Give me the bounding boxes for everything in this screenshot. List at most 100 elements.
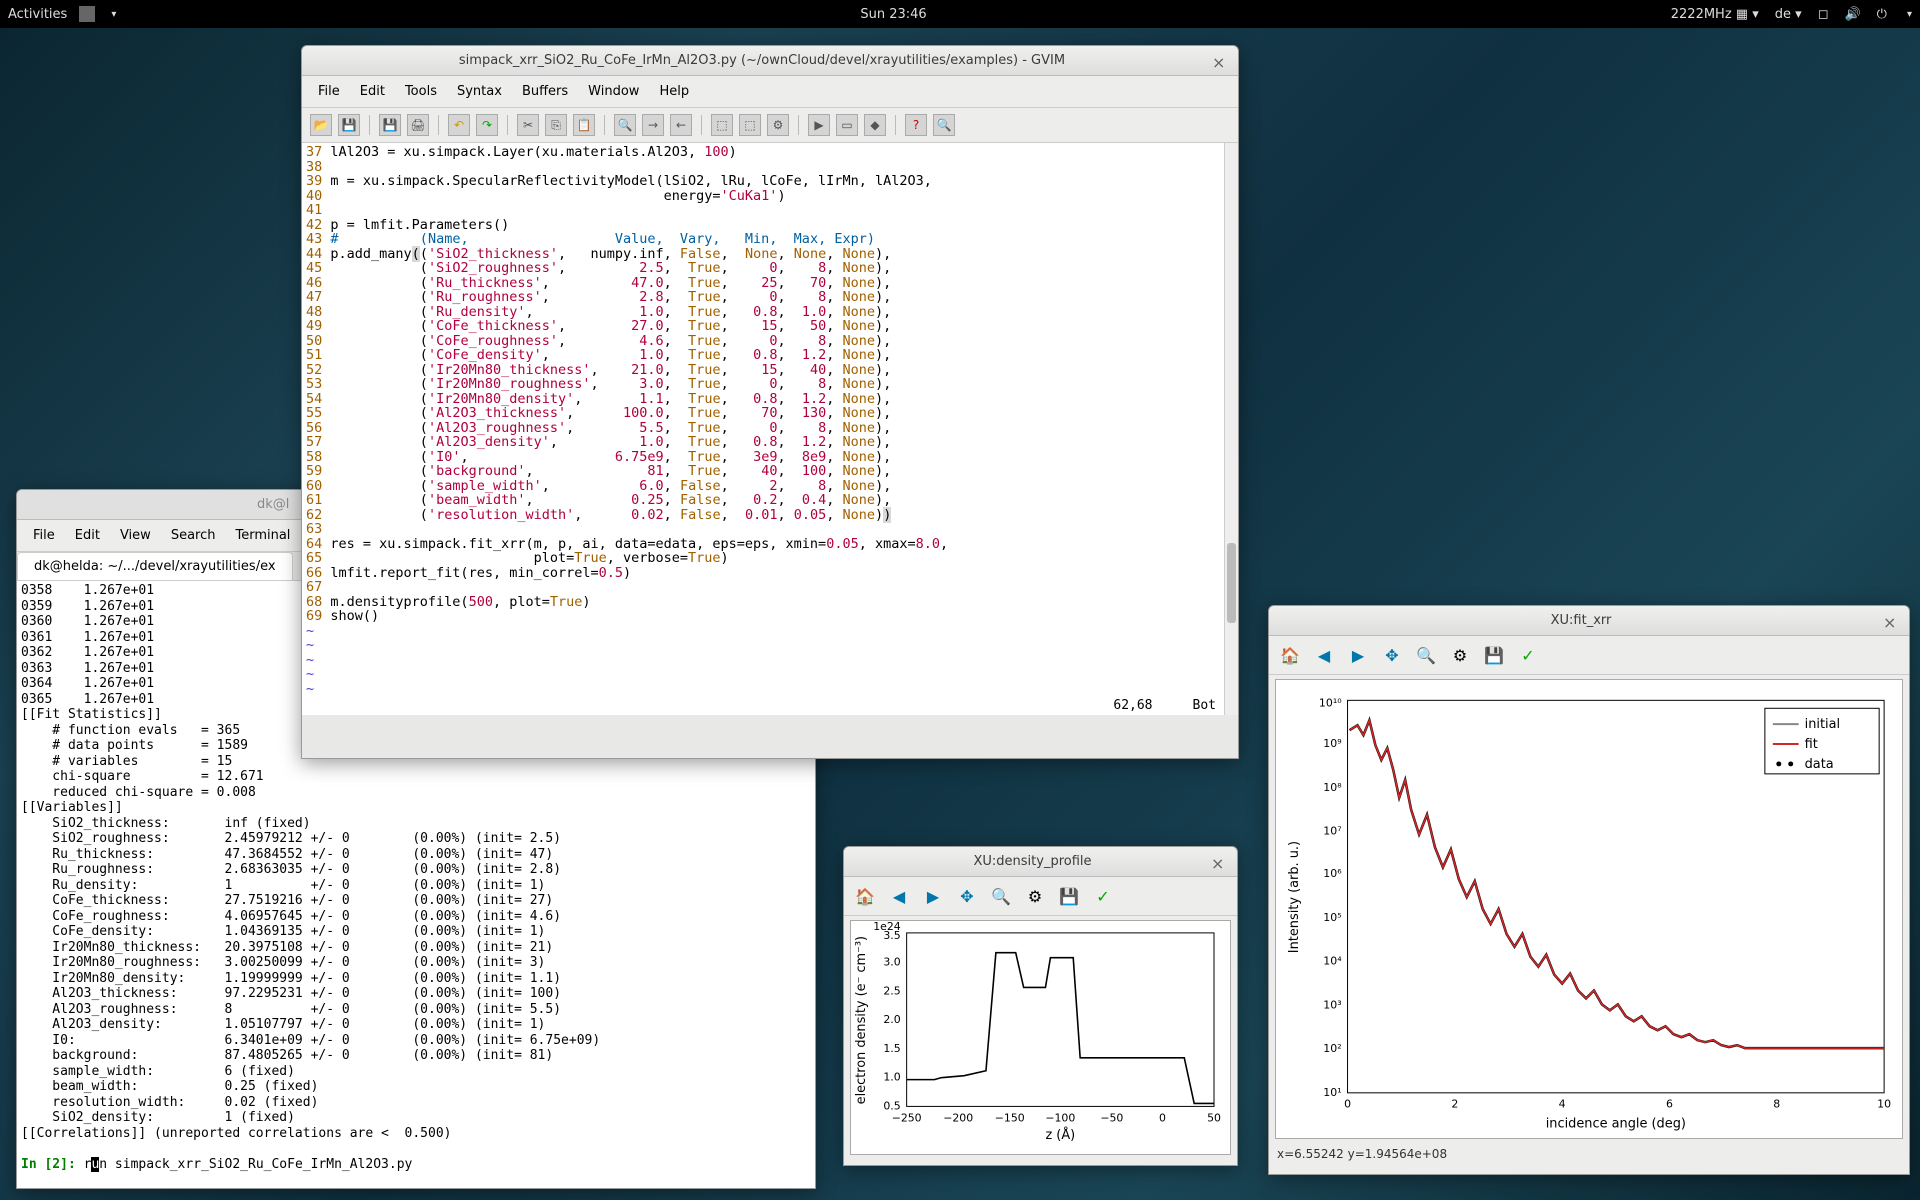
menu-view[interactable]: View [112, 524, 159, 547]
menu-help[interactable]: Help [651, 80, 697, 103]
forward-icon[interactable]: ▶ [1345, 642, 1371, 668]
fit-titlebar[interactable]: XU:fit_xrr × [1269, 606, 1909, 636]
undo-icon[interactable]: ↶ [448, 114, 470, 136]
activities-button[interactable]: Activities [8, 7, 67, 22]
back-icon[interactable]: ◀ [886, 883, 912, 909]
mpl-toolbar: 🏠 ◀ ▶ ✥ 🔍 ⚙ 💾 ✓ [1269, 636, 1909, 675]
density-titlebar[interactable]: XU:density_profile × [844, 847, 1237, 877]
terminal-tab-active[interactable]: dk@helda: ~/.../devel/xrayutilities/ex [17, 552, 293, 580]
svg-text:incidence angle (deg): incidence angle (deg) [1546, 1117, 1686, 1132]
find-prev-icon[interactable]: ← [670, 114, 692, 136]
volume-icon[interactable]: 🔊 [1844, 7, 1860, 22]
open-icon[interactable]: 📂 [310, 114, 332, 136]
svg-text:1e24: 1e24 [873, 921, 901, 933]
forward-icon[interactable]: ▶ [920, 883, 946, 909]
menu-search[interactable]: Search [163, 524, 224, 547]
session-load-icon[interactable]: ⬚ [711, 114, 733, 136]
pan-icon[interactable]: ✥ [1379, 642, 1405, 668]
save-all-icon[interactable]: 💾 [379, 114, 401, 136]
svg-text:−150: −150 [995, 1111, 1025, 1124]
vertical-scrollbar[interactable] [1224, 143, 1238, 715]
home-icon[interactable]: 🏠 [852, 883, 878, 909]
svg-text:10³: 10³ [1323, 998, 1341, 1011]
configure-icon[interactable]: ⚙ [1447, 642, 1473, 668]
gvim-titlebar[interactable]: simpack_xrr_SiO2_Ru_CoFe_IrMn_Al2O3.py (… [302, 46, 1238, 76]
gvim-title: simpack_xrr_SiO2_Ru_CoFe_IrMn_Al2O3.py (… [312, 53, 1212, 68]
help-icon[interactable]: ? [905, 114, 927, 136]
make-icon[interactable]: ▶ [808, 114, 830, 136]
close-icon[interactable]: × [1212, 53, 1228, 69]
home-icon[interactable]: 🏠 [1277, 642, 1303, 668]
edit-icon[interactable]: ✓ [1515, 642, 1541, 668]
svg-text:−200: −200 [943, 1111, 973, 1124]
svg-text:10⁶: 10⁶ [1323, 867, 1342, 880]
density-plot[interactable]: 0.5 1.0 1.5 2.0 2.5 3.0 3.5 1e24 −250 −2… [850, 920, 1231, 1155]
svg-text:10²: 10² [1323, 1042, 1341, 1055]
svg-text:1.5: 1.5 [883, 1042, 900, 1055]
cpu-icon: ▦ [1736, 7, 1748, 22]
chevron-down-icon: ▾ [1907, 9, 1912, 20]
plot-legend: initial fit data [1765, 708, 1879, 774]
menu-file[interactable]: File [25, 524, 63, 547]
find-icon[interactable]: 🔍 [614, 114, 636, 136]
separator [895, 115, 896, 135]
find-next-icon[interactable]: → [642, 114, 664, 136]
menu-tools[interactable]: Tools [397, 80, 445, 103]
fit-plot[interactable]: 10¹ 10² 10³ 10⁴ 10⁵ 10⁶ 10⁷ 10⁸ 10⁹ 10¹⁰… [1275, 679, 1903, 1139]
print-icon[interactable]: 🖨 [407, 114, 429, 136]
clock[interactable]: Sun 23:46 [860, 7, 926, 22]
svg-text:2.5: 2.5 [883, 984, 900, 997]
close-icon[interactable]: × [1883, 613, 1899, 629]
svg-text:10⁴: 10⁴ [1323, 955, 1342, 968]
pan-icon[interactable]: ✥ [954, 883, 980, 909]
svg-text:0: 0 [1159, 1111, 1166, 1124]
menu-terminal[interactable]: Terminal [227, 524, 298, 547]
copy-icon[interactable]: ⎘ [545, 114, 567, 136]
svg-text:3.0: 3.0 [883, 956, 900, 969]
close-icon[interactable]: × [1211, 854, 1227, 870]
configure-icon[interactable]: ⚙ [1022, 883, 1048, 909]
shell-icon[interactable]: ▭ [836, 114, 858, 136]
menu-edit[interactable]: Edit [352, 80, 393, 103]
menu-syntax[interactable]: Syntax [449, 80, 510, 103]
svg-text:4: 4 [1559, 1098, 1566, 1111]
edit-icon[interactable]: ✓ [1090, 883, 1116, 909]
power-icon[interactable]: ⏻ [1877, 7, 1887, 22]
svg-text:data: data [1805, 757, 1834, 772]
cpu-freq-indicator[interactable]: 2222MHz ▦ ▾ [1671, 7, 1759, 22]
menu-file[interactable]: File [310, 80, 348, 103]
scrollbar-thumb[interactable] [1227, 543, 1236, 623]
keyboard-layout-indicator[interactable]: de ▾ [1775, 7, 1802, 22]
redo-icon[interactable]: ↷ [476, 114, 498, 136]
svg-text:50: 50 [1207, 1111, 1221, 1124]
gnome-top-panel: Activities ▾ Sun 23:46 2222MHz ▦ ▾ de ▾ … [0, 0, 1920, 28]
code-editor[interactable]: 37 lAl2O3 = xu.simpack.Layer(xu.material… [302, 143, 1238, 715]
svg-text:10¹⁰: 10¹⁰ [1319, 696, 1342, 709]
menu-buffers[interactable]: Buffers [514, 80, 576, 103]
svg-text:0: 0 [1344, 1098, 1351, 1111]
paste-icon[interactable]: 📋 [573, 114, 595, 136]
svg-text:−250: −250 [892, 1111, 922, 1124]
zoom-icon[interactable]: 🔍 [1413, 642, 1439, 668]
menu-edit[interactable]: Edit [67, 524, 108, 547]
cut-icon[interactable]: ✂ [517, 114, 539, 136]
save-icon[interactable]: 💾 [1056, 883, 1082, 909]
app-menu-icon[interactable] [79, 6, 95, 22]
save-icon[interactable]: 💾 [1481, 642, 1507, 668]
menu-window[interactable]: Window [580, 80, 647, 103]
tags-icon[interactable]: ◆ [864, 114, 886, 136]
session-save-icon[interactable]: ⬚ [739, 114, 761, 136]
separator [369, 115, 370, 135]
find-help-icon[interactable]: 🔍 [933, 114, 955, 136]
cursor-coordinates: x=6.55242 y=1.94564e+08 [1269, 1143, 1909, 1165]
save-icon[interactable]: 💾 [338, 114, 360, 136]
notifications-icon[interactable]: ◻ [1818, 7, 1829, 22]
density-profile-window: XU:density_profile × 🏠 ◀ ▶ ✥ 🔍 ⚙ 💾 ✓ 0.5… [843, 846, 1238, 1166]
svg-text:z (Å): z (Å) [1045, 1127, 1075, 1143]
back-icon[interactable]: ◀ [1311, 642, 1337, 668]
zoom-icon[interactable]: 🔍 [988, 883, 1014, 909]
run-script-icon[interactable]: ⚙ [767, 114, 789, 136]
svg-text:2: 2 [1451, 1098, 1458, 1111]
separator [701, 115, 702, 135]
svg-text:Intensity (arb. u.): Intensity (arb. u.) [1287, 841, 1302, 953]
